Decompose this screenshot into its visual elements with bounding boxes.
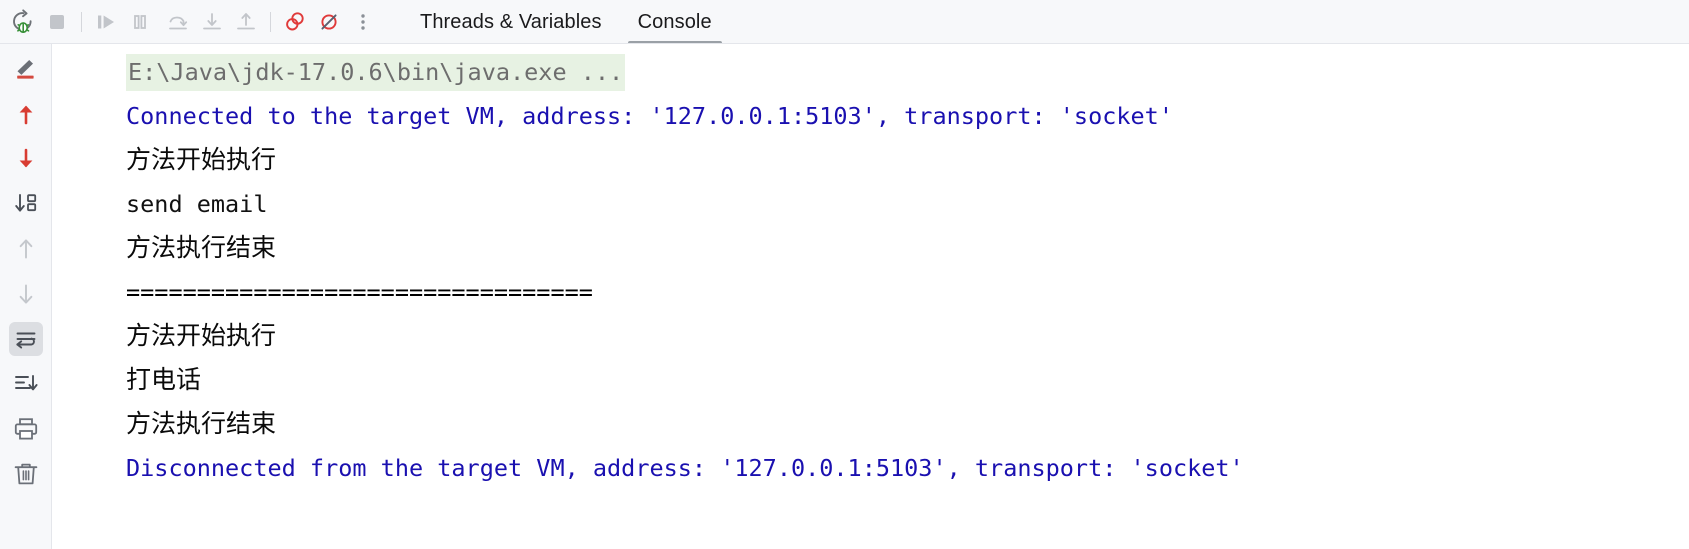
trash-icon — [14, 463, 38, 485]
console-line-command: E:\Java\jdk-17.0.6\bin\java.exe ... — [52, 50, 1689, 94]
debug-tab-bar: Threads & Variables Console — [402, 0, 730, 44]
more-options-button[interactable] — [346, 5, 380, 39]
console-line-make-call: 打电话 — [126, 365, 202, 394]
soft-wrap-icon — [16, 332, 36, 349]
arrow-down-gray-icon — [19, 284, 33, 304]
resume-play-icon — [98, 15, 114, 29]
tab-threads-and-variables[interactable]: Threads & Variables — [402, 0, 620, 44]
console-line-method-start-1: 方法开始执行 — [126, 145, 277, 174]
step-over-icon — [169, 16, 188, 30]
next-occurrence-button[interactable] — [9, 142, 43, 176]
toolbar-separator-1 — [81, 12, 82, 32]
soft-wrap-edit-icon[interactable] — [9, 52, 43, 86]
arrow-up-red-icon — [19, 105, 33, 125]
arrow-down-box-icon — [15, 194, 37, 212]
pause-program-button[interactable] — [123, 5, 157, 39]
step-out-button[interactable] — [229, 5, 263, 39]
arrow-up-gray-icon — [19, 239, 33, 259]
resume-program-button[interactable] — [89, 5, 123, 39]
pause-icon — [134, 15, 146, 29]
arrow-down-red-icon — [19, 148, 33, 168]
tab-threads-and-variables-label: Threads & Variables — [420, 10, 602, 33]
pencil-underline-icon — [17, 60, 34, 79]
scroll-to-end-icon — [15, 375, 38, 391]
jump-to-source-button[interactable] — [9, 187, 43, 221]
debug-console-window: Threads & Variables Console E:\Java\jdk-… — [0, 0, 1689, 549]
more-vertical-dots-icon — [361, 14, 365, 30]
console-line-method-start-2: 方法开始执行 — [126, 321, 277, 350]
console-line-disconnected: Disconnected from the target VM, address… — [126, 454, 1244, 482]
console-line-connected: Connected to the target VM, address: '12… — [126, 102, 1173, 130]
rerun-bug-icon — [13, 9, 32, 34]
view-breakpoints-button[interactable] — [278, 5, 312, 39]
mute-breakpoints-icon — [321, 14, 337, 30]
debug-toolbar: Threads & Variables Console — [0, 0, 1689, 44]
console-line-method-end-2: 方法执行结束 — [126, 409, 277, 438]
console-line-separator: ================================= — [126, 278, 593, 306]
scroll-up-button[interactable] — [9, 232, 43, 266]
step-over-button[interactable] — [161, 5, 195, 39]
console-line-method-end-1: 方法执行结束 — [126, 233, 277, 262]
previous-occurrence-button[interactable] — [9, 97, 43, 131]
soft-wrap-button[interactable] — [9, 322, 43, 356]
tab-console-label: Console — [637, 10, 712, 33]
clear-all-button[interactable] — [9, 457, 43, 491]
step-into-button[interactable] — [195, 5, 229, 39]
console-line-command-text: E:\Java\jdk-17.0.6\bin\java.exe ... — [126, 54, 626, 91]
step-into-icon — [203, 13, 221, 30]
mute-breakpoints-button[interactable] — [312, 5, 346, 39]
printer-icon — [14, 418, 38, 440]
console-side-toolbar — [0, 44, 52, 549]
scroll-to-end-button[interactable] — [9, 367, 43, 401]
rerun-debug-button[interactable] — [6, 5, 40, 39]
print-button[interactable] — [9, 412, 43, 446]
console-output[interactable]: E:\Java\jdk-17.0.6\bin\java.exe ... Conn… — [52, 44, 1689, 549]
step-out-icon — [237, 13, 255, 30]
tab-console[interactable]: Console — [620, 0, 730, 44]
stop-button[interactable] — [40, 5, 74, 39]
console-body: E:\Java\jdk-17.0.6\bin\java.exe ... Conn… — [0, 44, 1689, 549]
stop-square-icon — [50, 15, 64, 29]
toolbar-separator-2 — [270, 12, 271, 32]
scroll-down-button[interactable] — [9, 277, 43, 311]
console-line-send-email: send email — [126, 190, 268, 218]
breakpoints-circles-icon — [286, 12, 304, 31]
